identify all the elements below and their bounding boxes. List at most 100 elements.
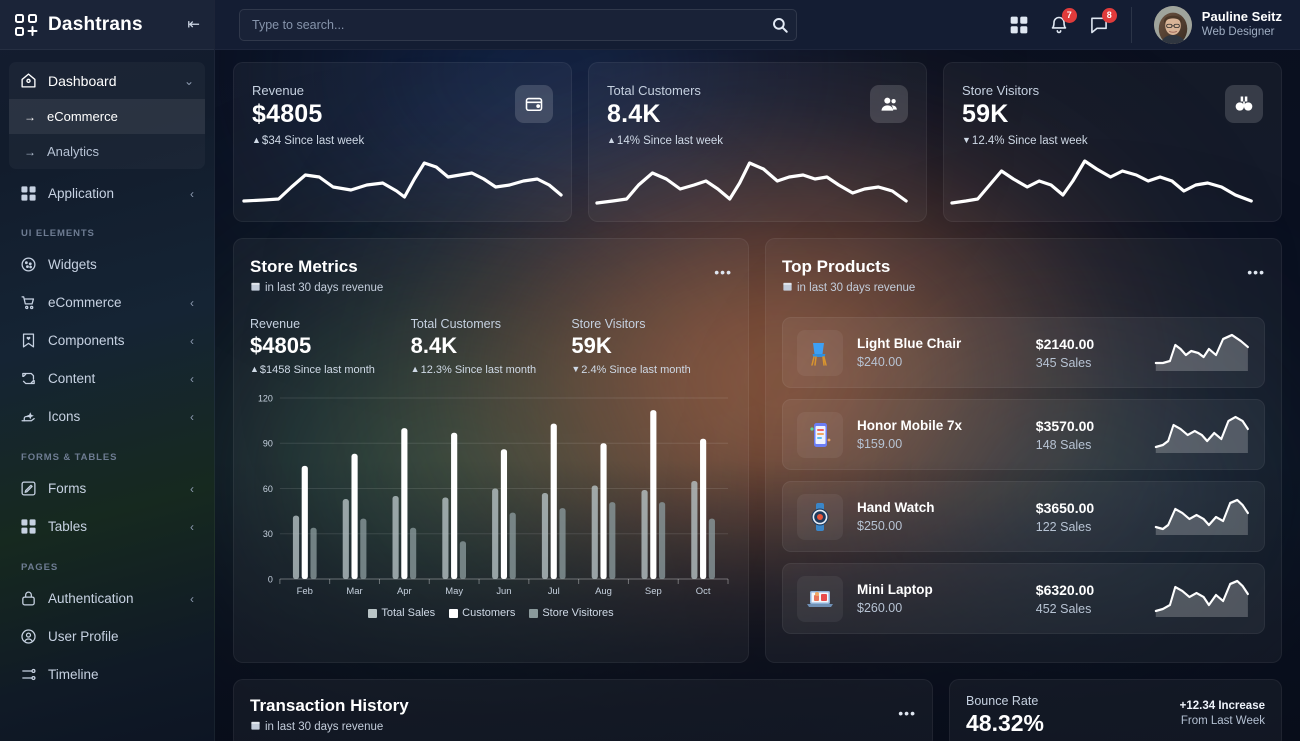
stat-card-store-visitors[interactable]: Store Visitors 59K ▼ 12.4% Since last we… bbox=[943, 62, 1282, 222]
search-input[interactable] bbox=[239, 8, 797, 41]
bell-icon[interactable]: 7 bbox=[1049, 7, 1077, 35]
chevron-left-icon: ‹ bbox=[190, 333, 194, 348]
search-icon[interactable] bbox=[771, 16, 789, 34]
cookie-icon bbox=[20, 256, 37, 273]
sidebar-item-label: Components bbox=[48, 333, 125, 348]
sidebar-item-tables[interactable]: Tables ‹ bbox=[9, 508, 205, 545]
product-sales: 148 Sales bbox=[1035, 437, 1092, 452]
svg-text:Apr: Apr bbox=[397, 586, 412, 597]
more-options-icon[interactable]: ••• bbox=[1247, 265, 1265, 279]
bookmark-heart-icon bbox=[20, 332, 37, 349]
mini-stat-delta: ▼ 2.4% Since last month bbox=[571, 364, 732, 376]
sidebar-item-application[interactable]: Application ‹ bbox=[9, 175, 205, 212]
stat-label: Revenue bbox=[252, 83, 305, 98]
arrow-right-icon: → bbox=[24, 144, 36, 159]
message-badge: 8 bbox=[1101, 7, 1117, 23]
sidebar-item-ecommerce-ui[interactable]: eCommerce ‹ bbox=[9, 284, 205, 321]
more-options-icon[interactable]: ••• bbox=[898, 706, 916, 720]
top-header: 7 8 bbox=[215, 0, 1300, 50]
top-products-panel: Top Products in last 30 days revenue ••• bbox=[765, 238, 1282, 663]
sidebar-section-pages: Authentication ‹ User Profile Timeline bbox=[9, 580, 205, 693]
content-repeat-icon bbox=[20, 370, 37, 387]
sidebar-item-dashboard[interactable]: Dashboard ⌄ bbox=[9, 62, 205, 99]
svg-text:Mar: Mar bbox=[346, 586, 362, 597]
store-metrics-panel: Store Metrics in last 30 days revenue ••… bbox=[233, 238, 749, 663]
product-name: Hand Watch bbox=[857, 500, 935, 515]
svg-text:120: 120 bbox=[258, 393, 273, 403]
sidebar-item-analytics[interactable]: → Analytics bbox=[9, 134, 205, 169]
mini-stat-value: 8.4K bbox=[410, 333, 458, 358]
sidebar-item-components[interactable]: Components ‹ bbox=[9, 322, 205, 359]
sidebar-item-label: eCommerce bbox=[48, 295, 122, 310]
chevron-left-icon: ‹ bbox=[190, 186, 194, 201]
sidebar-item-widgets[interactable]: Widgets bbox=[9, 246, 205, 283]
stat-card-revenue[interactable]: Revenue $4805 ▲ $34 Since last week bbox=[233, 62, 572, 222]
top-products-list: Light Blue Chair $240.00 $2140.00 345 Sa… bbox=[782, 317, 1265, 634]
mini-stat-delta: ▲ 12.3% Since last month bbox=[411, 364, 572, 376]
panel-subtitle: in last 30 days revenue bbox=[782, 281, 1265, 295]
header-actions: 7 8 Pauline Seitz Web Designer bbox=[1009, 5, 1286, 44]
bounce-rate-label: Bounce Rate bbox=[966, 694, 1039, 708]
legend-item[interactable]: Customers bbox=[449, 607, 515, 619]
product-info: Hand Watch $250.00 bbox=[857, 500, 1022, 533]
panel-title: Transaction History bbox=[250, 696, 409, 715]
sidebar-item-label: User Profile bbox=[48, 629, 119, 644]
sidebar-item-content[interactable]: Content ‹ bbox=[9, 360, 205, 397]
sidebar-item-forms[interactable]: Forms ‹ bbox=[9, 470, 205, 507]
product-sales: 452 Sales bbox=[1035, 601, 1092, 616]
main-content: Revenue $4805 ▲ $34 Since last week Tota… bbox=[215, 50, 1300, 741]
user-menu[interactable]: Pauline Seitz Web Designer bbox=[1153, 5, 1286, 44]
sidebar-item-timeline[interactable]: Timeline bbox=[9, 656, 205, 693]
wallet-icon bbox=[515, 85, 553, 123]
sidebar-item-user-profile[interactable]: User Profile bbox=[9, 618, 205, 655]
sidebar-section-title: UI ELEMENTS bbox=[21, 228, 95, 239]
grid-apps-icon[interactable] bbox=[1009, 15, 1029, 35]
grid-cross-logo-icon bbox=[14, 13, 38, 37]
header-divider bbox=[1130, 6, 1132, 43]
list-item[interactable]: Mini Laptop $260.00 $6320.00 452 Sales bbox=[782, 563, 1265, 634]
hand-sparkle-icon bbox=[20, 408, 37, 425]
sidebar-item-icons[interactable]: Icons ‹ bbox=[9, 398, 205, 435]
transaction-history-panel: Transaction History in last 30 days reve… bbox=[233, 679, 933, 741]
sidebar-item-ecommerce[interactable]: → eCommerce bbox=[9, 99, 205, 134]
stat-label: Total Customers bbox=[607, 83, 701, 98]
legend-swatch bbox=[449, 608, 459, 618]
more-options-icon[interactable]: ••• bbox=[714, 265, 732, 279]
chair-icon bbox=[797, 329, 843, 376]
product-revenue: $3650.00 122 Sales bbox=[1036, 500, 1141, 534]
sidebar-section-forms-tables: Forms ‹ Tables ‹ bbox=[9, 470, 205, 545]
chevron-left-icon: ‹ bbox=[190, 481, 194, 496]
chat-bubble-icon[interactable]: 8 bbox=[1089, 7, 1117, 35]
sidebar-item-authentication[interactable]: Authentication ‹ bbox=[9, 580, 205, 617]
sidebar-item-label: Timeline bbox=[48, 667, 99, 682]
list-item[interactable]: Light Blue Chair $240.00 $2140.00 345 Sa… bbox=[782, 317, 1265, 388]
arrow-right-icon: → bbox=[24, 109, 36, 124]
list-item[interactable]: Honor Mobile 7x $159.00 $3570.00 148 Sal… bbox=[782, 399, 1265, 470]
product-price: $240.00 bbox=[857, 355, 903, 369]
laptop-icon bbox=[797, 575, 843, 622]
stat-card-total-customers[interactable]: Total Customers 8.4K ▲ 14% Since last we… bbox=[588, 62, 927, 222]
store-metrics-stats: Revenue $4805 ▲ $1458 Since last month T… bbox=[250, 317, 732, 376]
stat-value: 8.4K bbox=[607, 100, 661, 128]
legend-item[interactable]: Store Visitores bbox=[529, 607, 614, 619]
product-name: Honor Mobile 7x bbox=[857, 418, 963, 433]
list-item[interactable]: Hand Watch $250.00 $3650.00 122 Sales bbox=[782, 481, 1265, 552]
legend-item[interactable]: Total Sales bbox=[368, 607, 435, 619]
svg-text:Jun: Jun bbox=[496, 586, 511, 597]
product-info: Honor Mobile 7x $159.00 bbox=[857, 418, 1022, 451]
chevron-left-icon: ‹ bbox=[190, 371, 194, 386]
panel-subtitle: in last 30 days revenue bbox=[250, 281, 732, 295]
collapse-sidebar-icon[interactable]: ⇤ bbox=[187, 17, 200, 32]
product-revenue: $6320.00 452 Sales bbox=[1036, 582, 1141, 616]
pencil-square-icon bbox=[20, 480, 37, 497]
product-revenue: $3570.00 148 Sales bbox=[1036, 418, 1141, 452]
revenue-sparkline bbox=[234, 135, 571, 221]
panel-title: Top Products bbox=[782, 257, 891, 276]
bottom-row: Transaction History in last 30 days reve… bbox=[233, 679, 1282, 741]
chevron-left-icon: ‹ bbox=[190, 409, 194, 424]
legend-swatch bbox=[529, 608, 539, 618]
trend-down-icon: ▼ bbox=[571, 363, 581, 374]
user-name: Pauline Seitz bbox=[1201, 9, 1282, 25]
product-price: $159.00 bbox=[857, 437, 903, 451]
product-price: $260.00 bbox=[857, 601, 903, 615]
